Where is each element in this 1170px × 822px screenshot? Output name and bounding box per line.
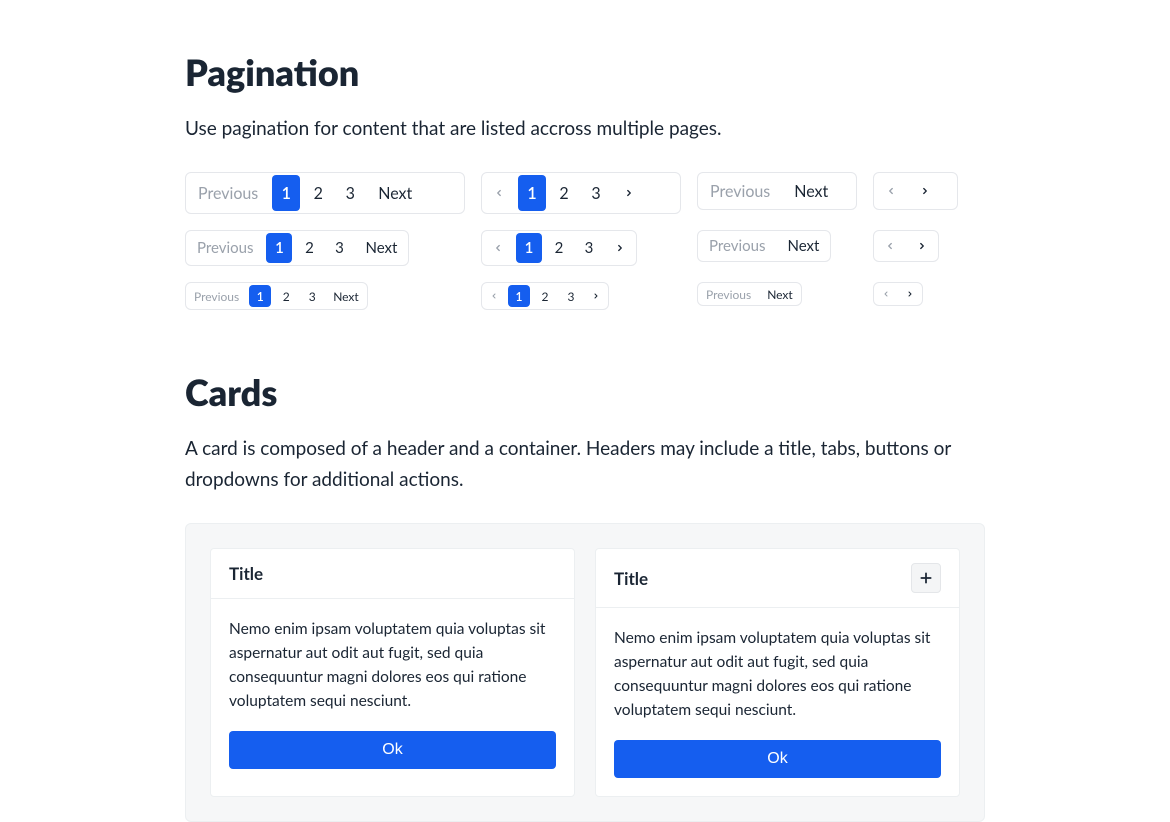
- card-with-action: Title Nemo enim ipsam voluptatem quia vo…: [595, 548, 960, 797]
- pagination-previous[interactable]: Previous: [186, 285, 247, 307]
- pagination-next[interactable]: Next: [325, 285, 367, 307]
- pagination-page-1[interactable]: 1: [249, 285, 271, 307]
- pagination-page-1[interactable]: 1: [508, 285, 530, 307]
- pagination-previous[interactable]: Previous: [186, 175, 270, 211]
- pagination-arrows-sm: 1 2 3: [481, 282, 609, 310]
- card-title: Title: [614, 568, 648, 589]
- card-body-text: Nemo enim ipsam voluptatem quia voluptas…: [229, 617, 556, 713]
- card-ok-button[interactable]: Ok: [614, 740, 941, 778]
- pagination-page-2[interactable]: 2: [546, 233, 572, 263]
- pagination-page-2[interactable]: 2: [534, 285, 556, 307]
- pagination-arrowsonly-lg: [873, 172, 958, 210]
- pagination-labels-md: Previous 1 2 3 Next: [185, 230, 409, 266]
- pagination-next[interactable]: Next: [366, 175, 424, 211]
- pagination-page-3[interactable]: 3: [576, 233, 602, 263]
- pagination-description: Use pagination for content that are list…: [185, 114, 985, 144]
- chevron-left-icon: [493, 243, 503, 253]
- cards-arena: Title Nemo enim ipsam voluptatem quia vo…: [185, 523, 985, 822]
- pagination-prev-arrow[interactable]: [482, 175, 516, 211]
- pagination-page-3[interactable]: 3: [582, 175, 610, 211]
- pagination-page-1[interactable]: 1: [518, 175, 546, 211]
- pagination-arrowsonly-md: [873, 230, 939, 262]
- card-body-text: Nemo enim ipsam voluptatem quia voluptas…: [614, 626, 941, 722]
- card-body: Nemo enim ipsam voluptatem quia voluptas…: [211, 599, 574, 787]
- chevron-left-icon: [882, 290, 890, 298]
- pagination-previous[interactable]: Previous: [186, 233, 264, 263]
- pagination-arrows-md: 1 2 3: [481, 230, 637, 266]
- card-title: Title: [229, 563, 263, 584]
- cards-heading: Cards: [185, 370, 985, 414]
- chevron-right-icon: [615, 243, 625, 253]
- pagination-page-1[interactable]: 1: [266, 233, 292, 263]
- pagination-prev-arrow[interactable]: [482, 285, 506, 307]
- pagination-next[interactable]: Next: [354, 233, 408, 263]
- pagination-heading: Pagination: [185, 50, 985, 94]
- pagination-page-1[interactable]: 1: [516, 233, 542, 263]
- chevron-left-icon: [490, 292, 498, 300]
- pagination-previous[interactable]: Previous: [698, 173, 782, 209]
- chevron-right-icon: [906, 290, 914, 298]
- pagination-prev-arrow[interactable]: [874, 173, 908, 209]
- chevron-right-icon: [624, 188, 634, 198]
- card-add-button[interactable]: [911, 563, 941, 593]
- pagination-simple-md: Previous Next: [697, 230, 831, 262]
- cards-section: Cards A card is composed of a header and…: [185, 370, 985, 822]
- pagination-page-2[interactable]: 2: [304, 175, 332, 211]
- card-ok-button[interactable]: Ok: [229, 731, 556, 769]
- pagination-next[interactable]: Next: [759, 283, 801, 305]
- pagination-section: Pagination Use pagination for content th…: [185, 50, 985, 310]
- plus-icon: [919, 571, 933, 585]
- pagination-labels-sm: Previous 1 2 3 Next: [185, 282, 368, 310]
- pagination-next[interactable]: Next: [782, 173, 840, 209]
- pagination-previous[interactable]: Previous: [698, 283, 759, 305]
- card-header: Title: [211, 549, 574, 599]
- pagination-simple-sm: Previous Next: [697, 282, 802, 306]
- pagination-examples: Previous 1 2 3 Next 1 2 3 Previous Next: [185, 172, 985, 310]
- pagination-prev-arrow[interactable]: [874, 231, 906, 261]
- pagination-simple-lg: Previous Next: [697, 172, 857, 210]
- pagination-next[interactable]: Next: [776, 231, 830, 261]
- pagination-next-arrow[interactable]: [908, 173, 942, 209]
- pagination-page-2[interactable]: 2: [275, 285, 297, 307]
- pagination-next-arrow[interactable]: [612, 175, 646, 211]
- pagination-arrowsonly-sm: [873, 282, 923, 306]
- pagination-labels-lg: Previous 1 2 3 Next: [185, 172, 465, 214]
- pagination-previous[interactable]: Previous: [698, 231, 776, 261]
- pagination-page-2[interactable]: 2: [550, 175, 578, 211]
- pagination-next-arrow[interactable]: [898, 283, 922, 305]
- pagination-arrows-lg: 1 2 3: [481, 172, 681, 214]
- pagination-page-1[interactable]: 1: [272, 175, 300, 211]
- pagination-page-2[interactable]: 2: [296, 233, 322, 263]
- pagination-page-3[interactable]: 3: [336, 175, 364, 211]
- chevron-left-icon: [885, 241, 895, 251]
- pagination-prev-arrow[interactable]: [482, 233, 514, 263]
- pagination-prev-arrow[interactable]: [874, 283, 898, 305]
- pagination-page-3[interactable]: 3: [301, 285, 323, 307]
- pagination-page-3[interactable]: 3: [560, 285, 582, 307]
- chevron-left-icon: [494, 188, 504, 198]
- pagination-next-arrow[interactable]: [906, 231, 938, 261]
- chevron-right-icon: [917, 241, 927, 251]
- chevron-left-icon: [886, 186, 896, 196]
- pagination-next-arrow[interactable]: [584, 285, 608, 307]
- card-header: Title: [596, 549, 959, 608]
- pagination-page-3[interactable]: 3: [326, 233, 352, 263]
- pagination-next-arrow[interactable]: [604, 233, 636, 263]
- card-basic: Title Nemo enim ipsam voluptatem quia vo…: [210, 548, 575, 797]
- chevron-right-icon: [920, 186, 930, 196]
- chevron-right-icon: [592, 292, 600, 300]
- card-body: Nemo enim ipsam voluptatem quia voluptas…: [596, 608, 959, 796]
- cards-description: A card is composed of a header and a con…: [185, 434, 985, 495]
